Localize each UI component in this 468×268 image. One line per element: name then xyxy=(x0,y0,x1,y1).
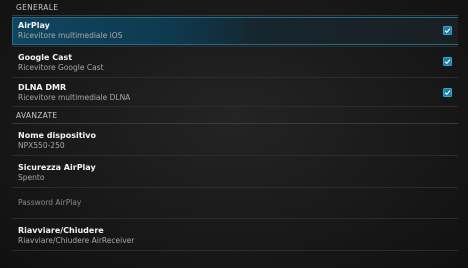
setting-summary: Ricevitore multimediale DLNA xyxy=(18,93,131,102)
setting-device-name[interactable]: Nome dispositivo NPX550-250 xyxy=(12,124,458,156)
setting-title: Riavviare/Chiudere xyxy=(18,226,104,235)
setting-airplay-security[interactable]: Sicurezza AirPlay Spento xyxy=(12,156,458,188)
setting-title: AirPlay xyxy=(18,21,50,30)
setting-title: Sicurezza AirPlay xyxy=(18,163,96,172)
setting-airplay[interactable]: AirPlay Ricevitore multimediale iOS xyxy=(12,16,458,47)
checkmark-icon xyxy=(444,28,451,34)
dlna-dmr-checkbox[interactable] xyxy=(443,88,452,97)
setting-dlna-dmr[interactable]: DLNA DMR Ricevitore multimediale DLNA xyxy=(12,78,458,107)
settings-screen: GENERALE AirPlay Ricevitore multimediale… xyxy=(0,0,468,268)
setting-title: Google Cast xyxy=(18,53,73,62)
section-header-advanced: AVANZATE xyxy=(12,107,458,124)
checkmark-icon xyxy=(444,90,451,96)
setting-google-cast[interactable]: Google Cast Ricevitore Google Cast xyxy=(12,47,458,78)
setting-summary: Ricevitore Google Cast xyxy=(18,63,104,72)
setting-title: Password AirPlay xyxy=(18,198,82,207)
checkmark-icon xyxy=(444,59,451,65)
setting-summary: Ricevitore multimediale iOS xyxy=(18,31,123,40)
setting-title: Nome dispositivo xyxy=(18,131,96,140)
setting-summary: Riavviare/Chiudere AirReceiver xyxy=(18,236,135,245)
section-header-general: GENERALE xyxy=(12,0,458,16)
setting-restart-close[interactable]: Riavviare/Chiudere Riavviare/Chiudere Ai… xyxy=(12,219,458,251)
setting-title: DLNA DMR xyxy=(18,83,67,92)
airplay-checkbox[interactable] xyxy=(443,26,452,35)
setting-summary: NPX550-250 xyxy=(18,141,65,150)
setting-summary: Spento xyxy=(18,173,45,182)
section-header-label: AVANZATE xyxy=(16,110,58,120)
google-cast-checkbox[interactable] xyxy=(443,57,452,66)
section-header-label: GENERALE xyxy=(16,3,59,12)
setting-airplay-password[interactable]: Password AirPlay xyxy=(12,188,458,219)
